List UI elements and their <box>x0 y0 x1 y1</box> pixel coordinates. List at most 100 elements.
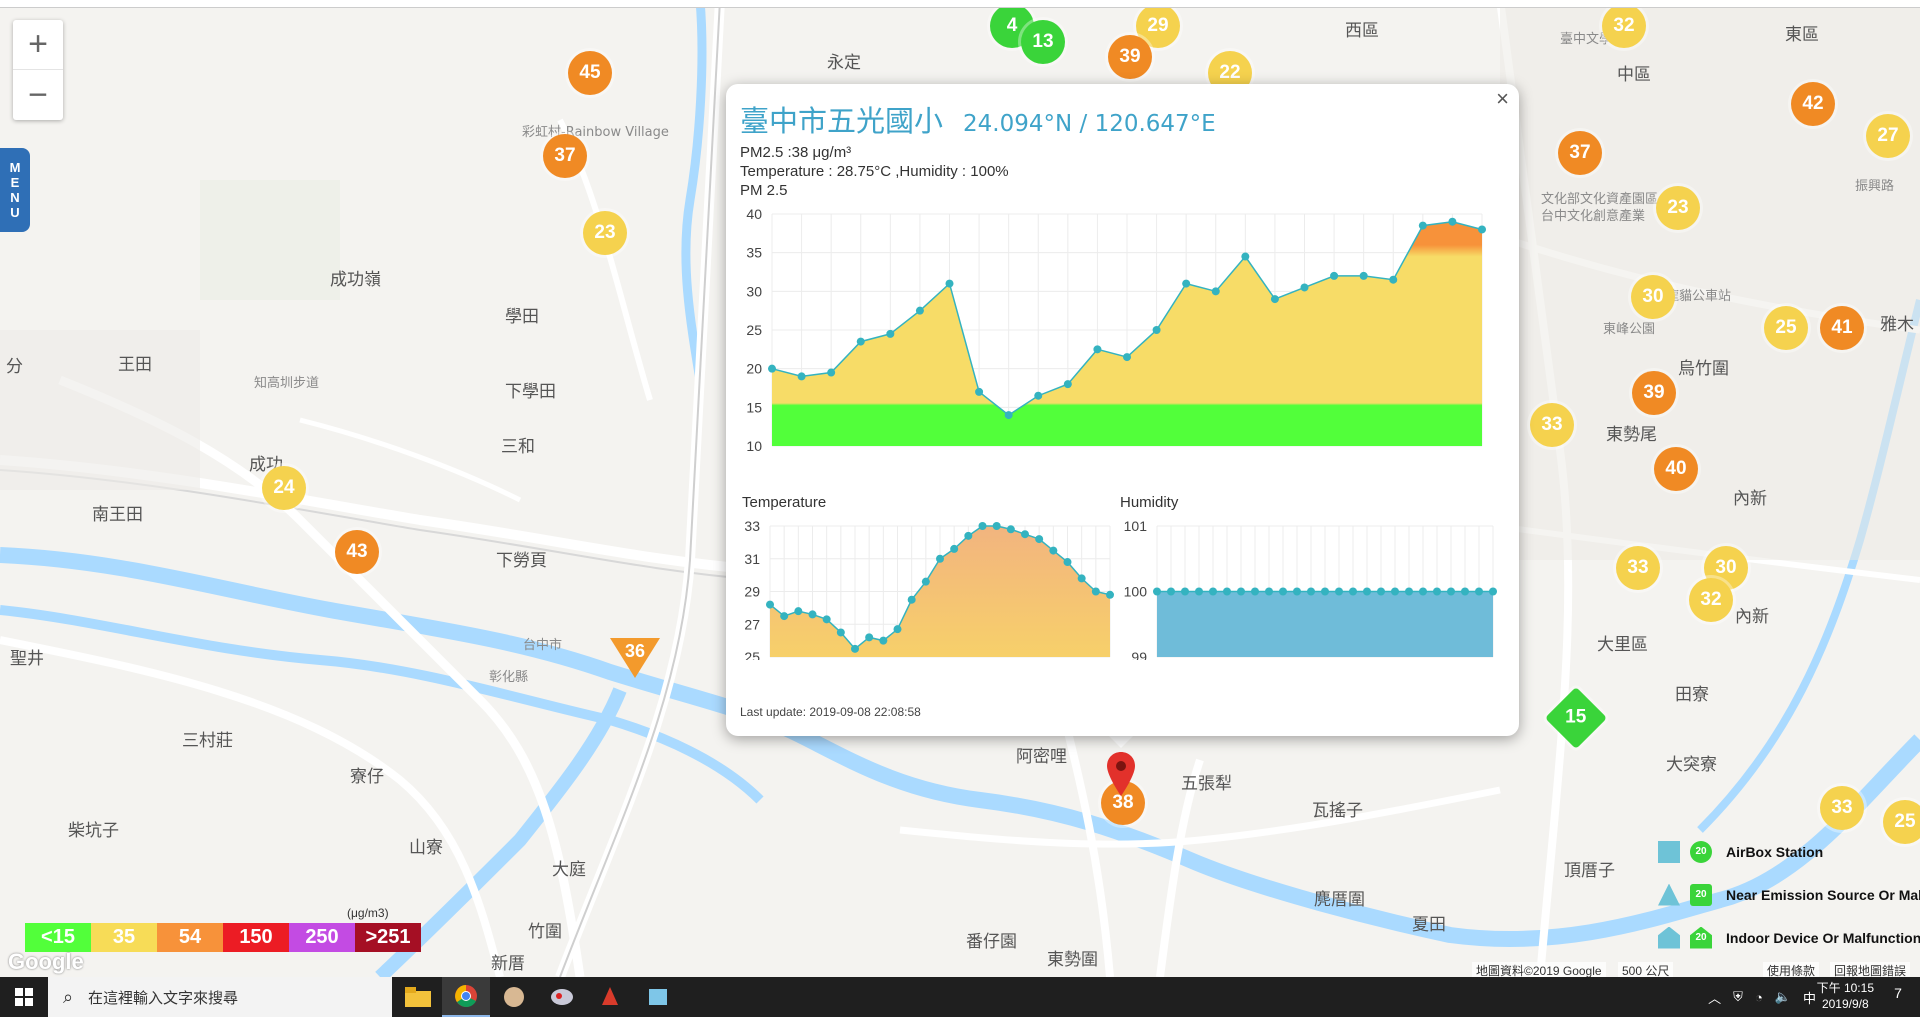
volume-icon[interactable]: 🔈 <box>1775 989 1791 1005</box>
chevron-up-icon[interactable]: ︿ <box>1708 988 1721 1007</box>
station-marker[interactable]: 25 <box>1764 306 1808 350</box>
map-place-label: 夏田 <box>1412 915 1446 935</box>
map-place-label: 台中市 <box>523 638 563 653</box>
map-place-label: 三村莊 <box>182 731 233 751</box>
y-tick-label: 101 <box>1124 518 1148 534</box>
green-badge-icon: 20 <box>1690 840 1712 863</box>
station-marker[interactable]: 41 <box>1820 306 1864 350</box>
taskbar-clock[interactable]: 下午 10:15 2019/9/8 <box>1817 980 1874 1012</box>
data-point <box>1006 525 1015 534</box>
y-tick-label: 31 <box>744 551 760 567</box>
data-point <box>1223 587 1231 596</box>
data-point <box>1389 275 1398 284</box>
data-point <box>1063 380 1072 389</box>
map-place-label: 東勢尾 <box>1606 425 1657 445</box>
data-point <box>1377 587 1385 596</box>
map-place-label: 山寮 <box>409 838 443 858</box>
data-point <box>794 607 803 616</box>
map-scale[interactable]: 500 公尺 <box>1618 962 1674 977</box>
legend-swatch: <15 <box>25 923 91 952</box>
station-marker[interactable]: 23 <box>1656 186 1700 230</box>
start-button[interactable] <box>0 977 48 1017</box>
data-point <box>1153 587 1161 596</box>
data-point <box>1405 587 1413 596</box>
security-icon[interactable]: ⛨ <box>1733 989 1743 1005</box>
map-place-label: 知高圳步道 <box>254 376 320 391</box>
map-place-label: 柴坑子 <box>68 821 119 841</box>
station-marker[interactable]: 37 <box>1558 131 1602 175</box>
y-tick-label: 30 <box>746 283 762 299</box>
station-marker[interactable]: 33 <box>1530 403 1574 447</box>
station-type-legend: 20 AirBox Station 20 Near Emission Sourc… <box>1658 830 1920 959</box>
app-icon-6[interactable] <box>634 977 682 1017</box>
browser-top-edge <box>0 0 1920 8</box>
app-icon-5[interactable] <box>586 977 634 1017</box>
report-error-link[interactable]: 回報地圖錯誤 <box>1830 962 1911 977</box>
temperature-chart-title: Temperature <box>742 494 827 511</box>
data-point <box>1251 587 1259 596</box>
station-coordinates: 24.094°N / 120.647°E <box>963 111 1216 137</box>
map-place-label: 下學田 <box>505 382 556 402</box>
data-point <box>1461 587 1469 596</box>
menu-button[interactable]: M E N U <box>0 148 30 232</box>
app-icon-4[interactable] <box>538 977 586 1017</box>
y-tick-label: 99 <box>1131 649 1147 660</box>
station-marker[interactable]: 33 <box>1616 546 1660 590</box>
pm25-color-legend: <15 35 54 150 250 >251 <box>25 923 421 952</box>
green-house-badge-icon: 20 <box>1690 926 1712 949</box>
y-tick-label: 25 <box>744 649 760 660</box>
data-point <box>893 625 902 634</box>
station-marker[interactable]: 45 <box>568 51 612 95</box>
data-point <box>1447 587 1455 596</box>
zoom-in-button[interactable]: + <box>13 20 63 70</box>
popup-close-button[interactable]: × <box>1496 86 1509 112</box>
station-marker[interactable]: 42 <box>1791 82 1835 126</box>
ime-indicator[interactable]: 中 <box>1803 988 1816 1007</box>
emission-source-icon <box>1658 883 1680 906</box>
y-tick-label: 15 <box>746 399 762 415</box>
station-marker[interactable]: 39 <box>1632 371 1676 415</box>
station-marker[interactable]: 33 <box>1820 786 1864 830</box>
data-point <box>915 306 924 315</box>
map-place-label: 寮仔 <box>350 767 384 787</box>
data-point <box>822 615 831 624</box>
triangle-station-marker[interactable]: 36 <box>610 638 660 678</box>
humidity-chart: 101 100 99 <box>1124 518 1497 660</box>
data-point <box>1279 587 1287 596</box>
station-marker[interactable]: 32 <box>1602 4 1646 48</box>
station-marker[interactable]: 24 <box>262 466 306 510</box>
notification-center-icon[interactable]: 7 <box>1886 985 1910 1009</box>
map-place-label: 學田 <box>505 307 539 327</box>
station-marker[interactable]: 30 <box>1631 275 1675 319</box>
legend-swatch: >251 <box>355 923 421 952</box>
data-point <box>1211 287 1220 296</box>
station-marker[interactable]: 27 <box>1866 114 1910 158</box>
map-place-label: 中區 <box>1617 65 1651 85</box>
chrome-icon[interactable] <box>442 977 490 1017</box>
app-icon-3[interactable] <box>490 977 538 1017</box>
temperature-chart: 33 31 29 27 25 <box>744 518 1114 660</box>
station-marker[interactable]: 43 <box>335 530 379 574</box>
terms-link[interactable]: 使用條款 <box>1763 962 1820 977</box>
map-place-label: 頂厝子 <box>1564 861 1615 881</box>
selected-location-pin-icon[interactable] <box>1106 752 1136 796</box>
station-marker[interactable]: 13 <box>1021 20 1065 64</box>
map-place-label: 番仔園 <box>966 932 1017 952</box>
station-marker[interactable]: 23 <box>583 211 627 255</box>
network-icon[interactable]: ◔ <box>1755 990 1763 1005</box>
legend-indoor-device: 20 Indoor Device Or Malfunction <box>1658 916 1920 959</box>
data-point <box>768 364 776 373</box>
station-marker[interactable]: 32 <box>1689 578 1733 622</box>
station-marker[interactable]: 40 <box>1654 447 1698 491</box>
map-area[interactable]: 西區 東區 中區 永定 彩虹村-Rainbow Village 成功嶺 學田 王田 知高圳步道下… <box>0 0 1920 977</box>
data-point <box>1349 587 1357 596</box>
popup-pointer <box>1107 734 1135 748</box>
map-place-label: 西區 <box>1345 21 1379 41</box>
station-marker[interactable]: 39 <box>1108 35 1152 79</box>
file-explorer-icon[interactable] <box>394 977 442 1017</box>
data-point <box>950 544 959 553</box>
taskbar-search-box[interactable]: ⌕ 在這裡輸入文字來搜尋 <box>48 977 392 1017</box>
zoom-out-button[interactable]: − <box>13 70 63 120</box>
station-marker[interactable]: 37 <box>543 134 587 178</box>
data-point <box>1293 587 1301 596</box>
